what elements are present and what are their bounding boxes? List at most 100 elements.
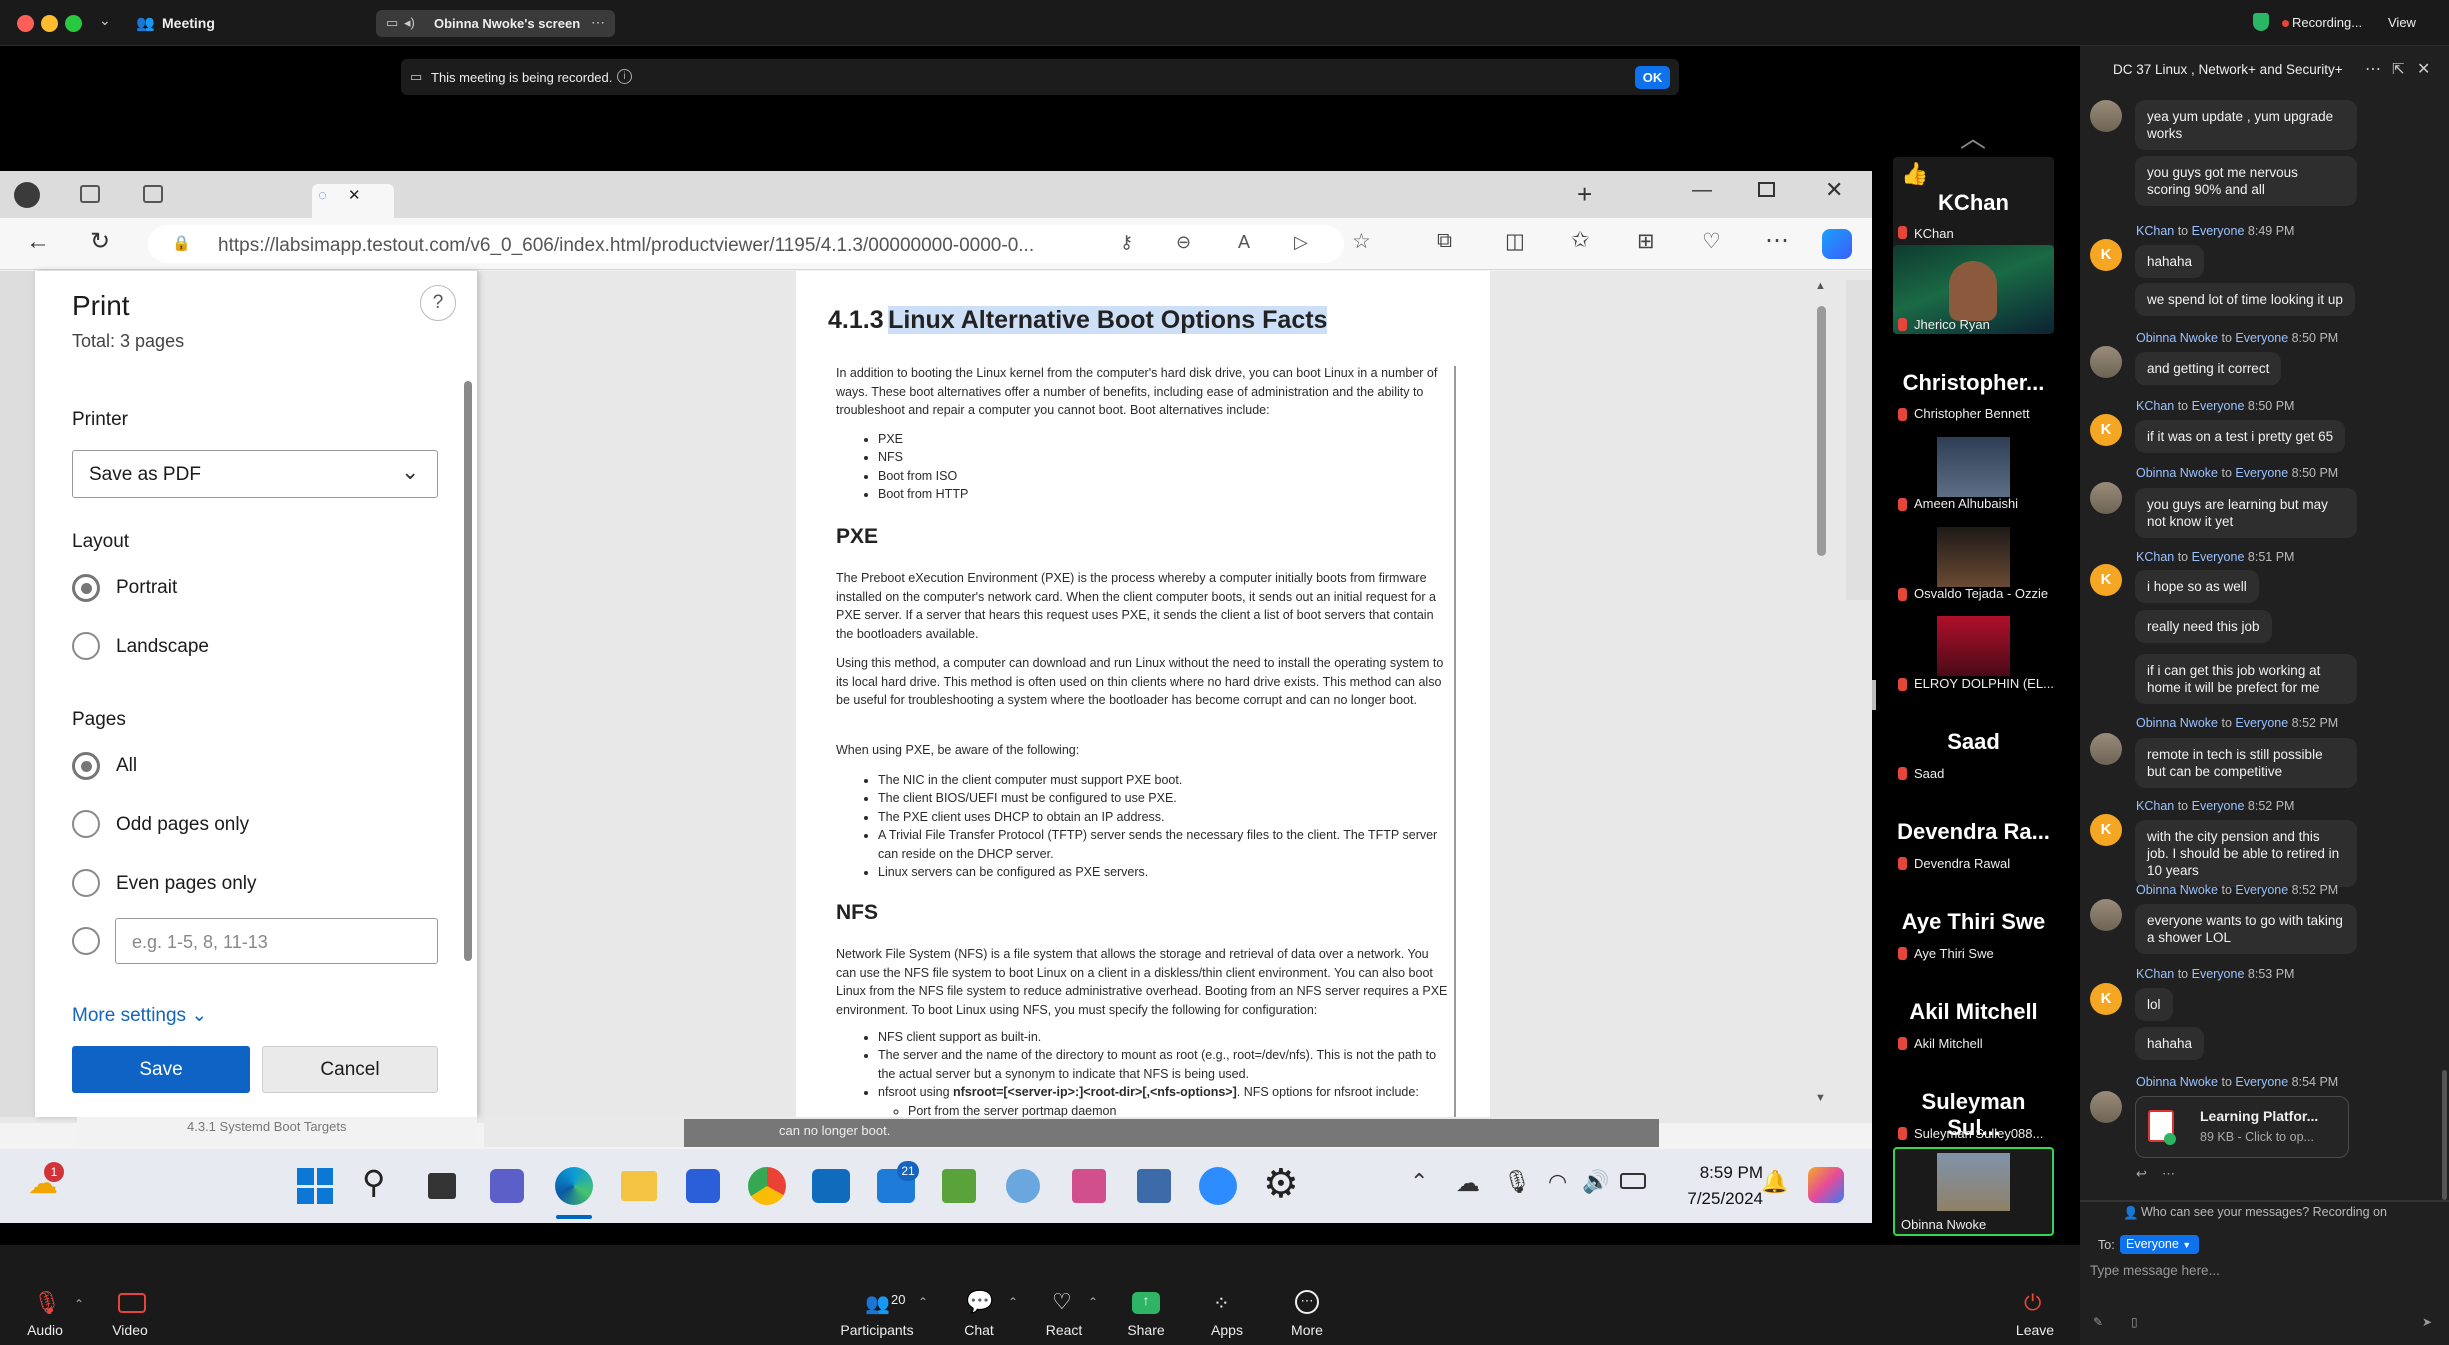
ok-button[interactable]: OK [1635, 66, 1670, 89]
onedrive-icon[interactable]: ☁ [1456, 1169, 1480, 1198]
collections-icon[interactable]: ⊞ [1637, 229, 1655, 254]
active-speaker-tile[interactable]: Obinna Nwoke [1893, 1147, 2054, 1236]
format-icon[interactable]: ✎ [2093, 1315, 2103, 1329]
info-icon[interactable]: i [617, 69, 632, 84]
key-icon[interactable]: ⚷ [1120, 232, 1133, 253]
privacy-notice[interactable]: Who can see your messages? Recording on [2141, 1205, 2387, 1219]
gallery-up-arrow-icon[interactable]: ︿ [1960, 118, 1986, 155]
chat-message[interactable]: if i can get this job working at home it… [2135, 654, 2357, 704]
sender-name[interactable]: KChan [2136, 967, 2174, 981]
more-settings-link[interactable]: More settings ⌄ [72, 1004, 207, 1027]
volume-icon[interactable]: 🔊 [1582, 1169, 1609, 1195]
vertical-tabs-icon[interactable] [143, 185, 163, 203]
chevron-up-icon[interactable]: ⌃ [74, 1297, 84, 1311]
landscape-label[interactable]: Landscape [116, 636, 209, 658]
avatar[interactable]: K [2090, 983, 2122, 1015]
chat-message[interactable]: everyone wants to go with taking a showe… [2135, 904, 2357, 954]
sender-name[interactable]: Obinna Nwoke [2136, 466, 2218, 480]
scroll-up-icon[interactable]: ▲ [1815, 280, 1826, 292]
chat-message[interactable]: i hope so as well [2135, 570, 2259, 603]
copilot-taskbar-icon[interactable] [1808, 1167, 1844, 1203]
chevron-up-icon[interactable]: ⌃ [1008, 1295, 1018, 1309]
store-icon[interactable] [686, 1169, 720, 1203]
workspaces-icon[interactable] [80, 185, 100, 203]
chat-message[interactable]: if it was on a test i pretty get 65 [2135, 420, 2346, 453]
apps-icon[interactable]: ⁘ [1213, 1291, 1230, 1316]
avatar[interactable] [2090, 346, 2122, 378]
odd-pages-label[interactable]: Odd pages only [116, 814, 249, 836]
leave-button[interactable]: Leave [1990, 1322, 2080, 1338]
active-tab[interactable]: ◌ ✕ [312, 184, 394, 218]
viewer-scrollbar[interactable]: ▲ ▼ [1815, 280, 1829, 1112]
sender-name[interactable]: KChan [2136, 799, 2174, 813]
avatar[interactable] [2090, 482, 2122, 514]
portrait-label[interactable]: Portrait [116, 577, 177, 599]
react-button[interactable]: React [1019, 1322, 1109, 1338]
leave-icon[interactable]: ⏻ [2024, 1290, 2041, 1316]
chat-message[interactable]: we spend lot of time looking it up [2135, 283, 2355, 316]
view-menu[interactable]: View [2388, 15, 2416, 30]
zoom-app-icon[interactable] [1199, 1167, 1237, 1205]
avatar[interactable] [2090, 733, 2122, 765]
chrome-icon[interactable] [748, 1167, 786, 1205]
sender-name[interactable]: Obinna Nwoke [2136, 331, 2218, 345]
recipient-select[interactable]: Everyone ▼ [2120, 1235, 2199, 1254]
zoom-out-icon[interactable]: ⊖ [1176, 232, 1191, 253]
avatar[interactable]: K [2090, 564, 2122, 596]
odd-pages-radio[interactable] [72, 810, 100, 838]
popout-icon[interactable]: ⇱ [2392, 60, 2405, 78]
network-tool-icon[interactable] [1006, 1169, 1040, 1203]
chat-message[interactable]: hahaha [2135, 245, 2205, 278]
cancel-button[interactable]: Cancel [262, 1046, 438, 1093]
apps-button[interactable]: Apps [1182, 1322, 1272, 1338]
extensions-icon[interactable]: ⧉ [1437, 229, 1452, 253]
avatar[interactable]: K [2090, 239, 2122, 271]
edge-icon[interactable] [555, 1167, 593, 1205]
url-text[interactable]: https://labsimapp.testout.com/v6_0_606/i… [218, 235, 1034, 257]
chat-message[interactable]: you guys got me nervous scoring 90% and … [2135, 156, 2357, 206]
close-chat-icon[interactable]: ✕ [2417, 59, 2430, 79]
more-button[interactable]: More [1262, 1322, 1352, 1338]
scrollbar-thumb[interactable] [1817, 306, 1826, 556]
snipping-tool-icon[interactable] [1072, 1169, 1106, 1203]
even-pages-radio[interactable] [72, 869, 100, 897]
chevron-up-icon[interactable]: ⌃ [1410, 1169, 1428, 1195]
landscape-radio[interactable] [72, 632, 100, 660]
taskbar-date[interactable]: 7/25/2024 [1674, 1189, 1763, 1209]
windows-start-icon[interactable] [297, 1168, 333, 1204]
all-pages-radio[interactable] [72, 752, 100, 780]
printer-select[interactable]: Save as PDF ⌄ [72, 450, 438, 498]
panel-resize-handle[interactable] [1872, 680, 1876, 710]
chevron-down-icon[interactable]: ⌄ [99, 12, 111, 29]
settings-gear-icon[interactable]: ⚙ [1263, 1161, 1299, 1207]
chat-message[interactable]: you guys are learning but may not know i… [2135, 488, 2357, 538]
chat-message[interactable]: remote in tech is still possible but can… [2135, 738, 2357, 788]
file-explorer-icon[interactable] [621, 1171, 657, 1201]
profile-avatar[interactable] [14, 182, 40, 208]
all-pages-label[interactable]: All [116, 755, 137, 777]
favorite-star-icon[interactable]: ☆ [1352, 229, 1371, 254]
refresh-icon[interactable]: ↻ [90, 227, 110, 256]
wifi-icon[interactable]: ◠ [1548, 1169, 1567, 1195]
browser-essentials-icon[interactable]: ♡ [1702, 229, 1721, 254]
avatar[interactable]: K [2090, 414, 2122, 446]
outlook-new-icon[interactable] [812, 1169, 850, 1203]
more-options-icon[interactable]: ⋯ [2162, 1166, 2175, 1182]
send-icon[interactable]: ➤ [2422, 1315, 2432, 1329]
minimize-window-button[interactable] [41, 15, 58, 32]
chevron-up-icon[interactable]: ⌃ [918, 1295, 928, 1309]
close-browser-button[interactable]: ✕ [1825, 177, 1843, 203]
search-icon[interactable]: ⚲ [362, 1163, 385, 1201]
lock-icon[interactable]: 🔒 [172, 234, 191, 252]
settings-more-icon[interactable]: ⋯ [1765, 226, 1789, 255]
react-icon[interactable]: ♡ [1052, 1289, 1072, 1315]
chat-message[interactable]: really need this job [2135, 610, 2272, 643]
chat-message[interactable]: with the city pension and this job. I sh… [2135, 820, 2357, 887]
new-tab-button[interactable]: + [1577, 179, 1592, 210]
chat-message[interactable]: lol [2135, 988, 2173, 1021]
custom-pages-radio[interactable] [72, 927, 100, 955]
close-window-button[interactable] [17, 15, 34, 32]
chat-icon[interactable]: 💬 [966, 1289, 993, 1315]
video-off-icon[interactable] [118, 1293, 146, 1313]
save-button[interactable]: Save [72, 1046, 250, 1093]
